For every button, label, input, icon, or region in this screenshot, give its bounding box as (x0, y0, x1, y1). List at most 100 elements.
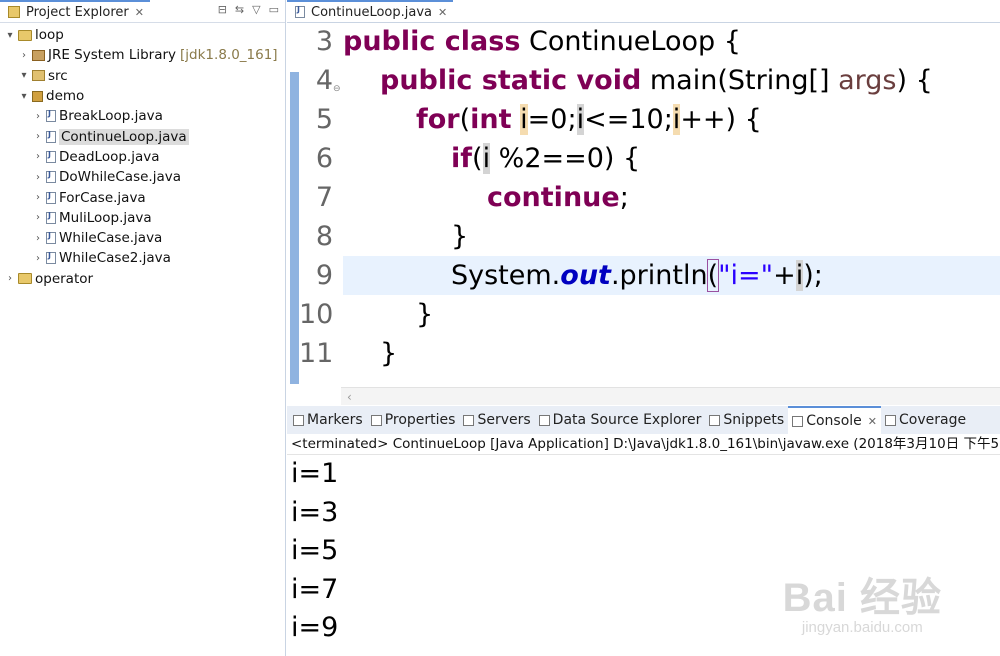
console-output-line: i=1 (291, 458, 339, 489)
java-file-icon (46, 191, 56, 204)
tree-item[interactable]: ▾ demo (0, 86, 285, 106)
tree-item[interactable]: › ContinueLoop.java (0, 126, 285, 146)
code-line-5: for(int i=0;i<=10;i++) { (416, 104, 762, 135)
console-status: <terminated> ContinueLoop [Java Applicat… (287, 434, 1000, 455)
tree-item[interactable]: ▾ src (0, 66, 285, 86)
tab-data-source-explorer[interactable]: Data Source Explorer (535, 406, 706, 434)
horizontal-scrollbar[interactable]: ‹ (341, 387, 1000, 405)
java-file-icon (295, 5, 305, 18)
java-file-icon (46, 109, 56, 123)
tree-item-label: BreakLoop.java (59, 108, 163, 125)
code-editor-panel: ContinueLoop.java ✕ 3 4 5 6 7 8 9 10 11 … (287, 0, 1000, 405)
servers-icon (463, 414, 475, 426)
chevron-down-icon[interactable]: ▾ (18, 70, 30, 81)
tree-item[interactable]: › JRE System Library [jdk1.8.0_161] (0, 45, 285, 65)
chevron-right-icon[interactable]: › (32, 212, 44, 223)
tree-item-label: operator (35, 270, 94, 287)
chevron-right-icon[interactable]: › (32, 172, 44, 183)
tab-project-explorer[interactable]: Project Explorer ✕ (0, 0, 150, 22)
source-folder-icon (32, 70, 45, 82)
package-icon (32, 90, 43, 102)
tab-label: ContinueLoop.java (311, 4, 432, 20)
scroll-left-icon[interactable]: ‹ (347, 390, 352, 404)
tree-item-label: loop (35, 27, 64, 44)
tab-markers[interactable]: Markers (289, 406, 367, 434)
tree-item[interactable]: › ForCase.java (0, 187, 285, 207)
code-line-10: } (416, 299, 434, 330)
chevron-right-icon[interactable]: › (32, 151, 44, 162)
watermark: Bai 经验 jingyan.baidu.com (783, 565, 942, 636)
project-explorer-icon (8, 6, 20, 18)
tab-console[interactable]: Console ✕ (788, 406, 881, 434)
code-line-3: public class ContinueLoop { (343, 26, 741, 57)
tree-item-label: WhileCase.java (59, 230, 163, 247)
console-output-line: i=3 (291, 496, 339, 528)
console-icon (792, 415, 804, 427)
minimize-icon[interactable]: ▭ (269, 3, 279, 16)
project-explorer-panel: Project Explorer ✕ ⊟ ⇆ ▽ ▭ ▾ loop › JRE Sys… (0, 0, 286, 656)
line-number: 4 (315, 65, 333, 96)
chevron-right-icon[interactable]: › (32, 192, 44, 203)
tree-item[interactable]: › DeadLoop.java (0, 147, 285, 167)
tab-label: Console (806, 413, 862, 429)
coverage-icon (885, 414, 896, 426)
project-folder-icon (18, 273, 32, 285)
tree-item-label: MuliLoop.java (59, 209, 152, 226)
tree-item-label: src (48, 67, 68, 84)
close-icon[interactable]: ✕ (438, 6, 447, 19)
tree-item[interactable]: › operator (0, 269, 285, 289)
tab-servers[interactable]: Servers (459, 406, 534, 434)
tree-item[interactable]: › WhileCase.java (0, 228, 285, 248)
chevron-right-icon[interactable]: › (4, 273, 16, 284)
tab-label: Properties (384, 412, 456, 428)
tab-snippets[interactable]: Snippets (705, 406, 788, 434)
tab-label: Coverage (899, 412, 967, 428)
tree-item-label: JRE System Library (48, 47, 177, 64)
tab-properties[interactable]: Properties (367, 406, 460, 434)
chevron-down-icon[interactable]: ▾ (18, 91, 30, 102)
watermark-url: jingyan.baidu.com (801, 619, 923, 636)
close-icon[interactable]: ✕ (868, 415, 877, 428)
tree-item[interactable]: ▾ loop (0, 25, 285, 45)
tree-item[interactable]: › DoWhileCase.java (0, 167, 285, 187)
library-icon (32, 49, 45, 61)
tab-coverage[interactable]: Coverage (881, 406, 970, 434)
close-icon[interactable]: ✕ (135, 6, 144, 19)
data-source-icon (538, 414, 550, 426)
java-file-icon (46, 251, 56, 265)
tree-item-decoration: [jdk1.8.0_161] (180, 47, 278, 64)
chevron-down-icon[interactable]: ▾ (4, 30, 16, 41)
chevron-right-icon[interactable]: › (18, 50, 30, 61)
chevron-right-icon[interactable]: › (32, 233, 44, 244)
explorer-tabbar: Project Explorer ✕ ⊟ ⇆ ▽ ▭ (0, 0, 285, 23)
watermark-brand: Bai 经验 (782, 576, 942, 620)
tree-item[interactable]: › BreakLoop.java (0, 106, 285, 126)
line-number: 10 (299, 299, 334, 330)
java-file-icon (46, 150, 56, 163)
line-number: 3 (315, 26, 333, 57)
editor-tabbar: ContinueLoop.java ✕ (287, 0, 1000, 23)
tab-continueloop-java[interactable]: ContinueLoop.java ✕ (287, 0, 454, 22)
java-file-icon (46, 231, 56, 245)
java-file-icon (46, 211, 56, 224)
tab-label: Data Source Explorer (552, 412, 702, 428)
tree-item[interactable]: › WhileCase2.java (0, 248, 285, 268)
fold-icon[interactable]: ⊖ (333, 84, 341, 94)
line-number: 11 (299, 338, 334, 369)
link-editor-icon[interactable]: ⇆ (235, 3, 244, 16)
code-line-8: } (451, 221, 469, 252)
code-line-6: if(i %2==0) { (451, 143, 641, 174)
collapse-all-icon[interactable]: ⊟ (218, 3, 227, 16)
chevron-right-icon[interactable]: › (32, 111, 44, 122)
chevron-right-icon[interactable]: › (32, 131, 44, 142)
tree-item[interactable]: › MuliLoop.java (0, 208, 285, 228)
tab-label: Project Explorer (26, 4, 129, 20)
code-line-9: System.out.println("i="+i); (451, 259, 823, 292)
view-menu-icon[interactable]: ▽ (252, 3, 260, 16)
tree-item-label: ContinueLoop.java (59, 128, 189, 145)
tab-label: Servers (477, 412, 531, 428)
java-file-icon (46, 170, 56, 184)
views-tabbar: Markers Properties Servers Data Source Expl… (287, 406, 1000, 434)
chevron-right-icon[interactable]: › (32, 253, 44, 264)
explorer-toolbar: ⊟ ⇆ ▽ ▭ (218, 3, 279, 16)
